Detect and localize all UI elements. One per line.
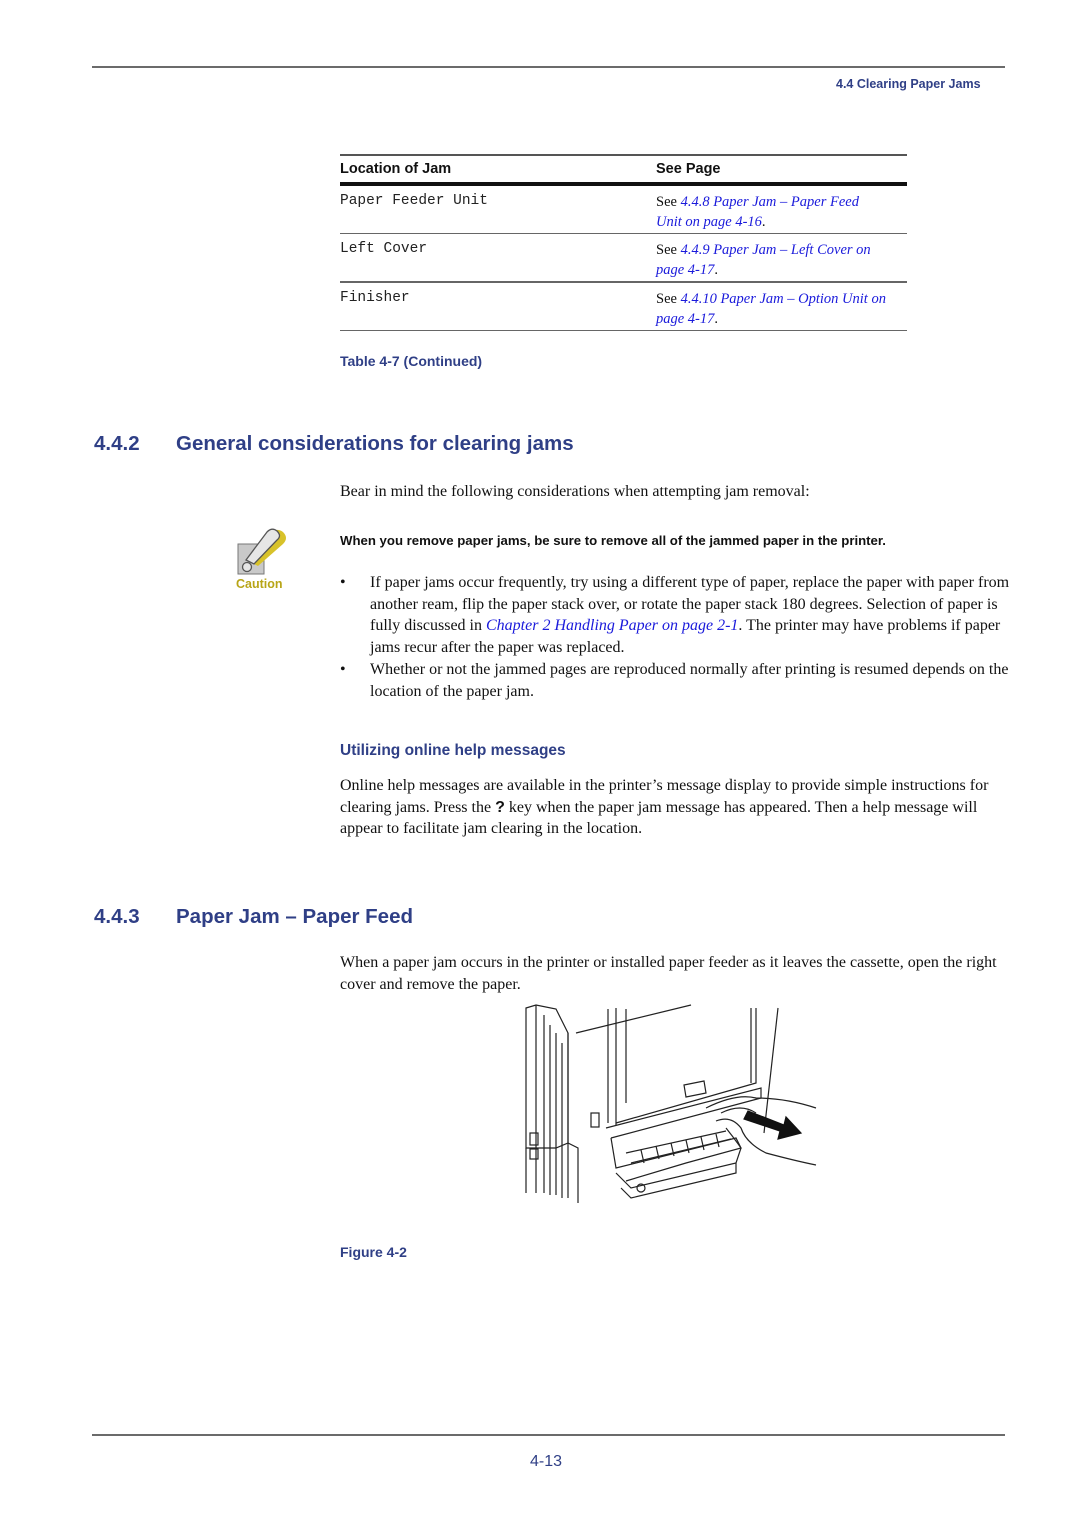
section-intro: When a paper jam occurs in the printer o… bbox=[340, 954, 997, 993]
paper-jam-illustration bbox=[516, 1003, 826, 1203]
cross-reference-link[interactable]: Unit on page 4-16 bbox=[656, 214, 762, 230]
table-row: Left Cover See 4.4.9 Paper Jam – Left Co… bbox=[340, 234, 907, 278]
bullet-icon: • bbox=[340, 574, 346, 591]
cross-reference-link[interactable]: 4.4.10 Paper Jam – Option Unit on bbox=[681, 291, 886, 307]
section-number: 4.4.3 bbox=[94, 905, 140, 928]
section-number: 4.4.2 bbox=[94, 432, 140, 455]
table-header-row: Location of Jam See Page bbox=[340, 156, 907, 182]
list-item: • Whether or not the jammed pages are re… bbox=[340, 659, 1010, 702]
cross-reference-link[interactable]: 4.4.9 Paper Jam – Left Cover on bbox=[681, 242, 871, 258]
table-row: Paper Feeder Unit See 4.4.8 Paper Jam – … bbox=[340, 186, 907, 230]
page-number: 4-13 bbox=[530, 1453, 563, 1470]
bullet-icon: • bbox=[340, 660, 346, 678]
header-rule bbox=[92, 66, 1005, 68]
list-item: • If paper jams occur frequently, try us… bbox=[340, 572, 1010, 659]
printer-side-panel bbox=[525, 1004, 579, 1203]
jam-location: Finisher bbox=[340, 289, 410, 306]
pull-direction-arrow-icon bbox=[743, 1110, 803, 1140]
figure-caption: Figure 4-2 bbox=[340, 1244, 407, 1260]
subheading-online-help: Utilizing online help messages bbox=[340, 742, 566, 759]
cross-reference-link[interactable]: page 4-17 bbox=[656, 262, 714, 278]
section-intro: Bear in mind the following consideration… bbox=[340, 483, 810, 500]
paper-feed-tray bbox=[610, 1130, 742, 1199]
table-row: Finisher See 4.4.10 Paper Jam – Option U… bbox=[340, 283, 907, 327]
table-caption: Table 4-7 (Continued) bbox=[340, 353, 483, 369]
see-page-cell: See 4.4.10 Paper Jam – Option Unit on pa… bbox=[656, 290, 886, 327]
caution-icon bbox=[236, 528, 290, 576]
jam-location-table: Location of Jam See Page Paper Feeder Un… bbox=[340, 154, 907, 331]
jam-location: Paper Feeder Unit bbox=[340, 192, 488, 209]
see-page-cell: See 4.4.9 Paper Jam – Left Cover on page… bbox=[656, 242, 871, 278]
column-header-see-page: See Page bbox=[656, 160, 721, 177]
caution-text: When you remove paper jams, be sure to r… bbox=[340, 533, 886, 548]
column-header-location: Location of Jam bbox=[340, 160, 452, 177]
running-head: 4.4 Clearing Paper Jams bbox=[836, 77, 981, 91]
section-title: General considerations for clearing jams bbox=[176, 432, 574, 455]
section-heading-4-4-3: 4.4.3 Paper Jam – Paper Feed bbox=[94, 905, 413, 929]
cross-reference-link[interactable]: page 4-17 bbox=[656, 311, 714, 327]
jam-location: Left Cover bbox=[340, 241, 428, 257]
consideration-list: • If paper jams occur frequently, try us… bbox=[340, 572, 1010, 702]
section-heading-4-4-2: 4.4.2 General considerations for clearing… bbox=[94, 432, 574, 456]
help-key: ? bbox=[495, 798, 505, 816]
online-help-paragraph: Online help messages are available in th… bbox=[340, 777, 989, 838]
cross-reference-link[interactable]: 4.4.8 Paper Jam – Paper Feed bbox=[681, 194, 859, 210]
section-title: Paper Jam – Paper Feed bbox=[176, 905, 414, 928]
table-bottom-rule bbox=[340, 329, 907, 331]
footer-rule bbox=[92, 1434, 1005, 1436]
see-page-cell: See 4.4.8 Paper Jam – Paper Feed Unit on… bbox=[656, 193, 859, 230]
chapter-2-link[interactable]: Chapter 2 Handling Paper on page 2-1 bbox=[486, 617, 738, 634]
caution-label: Caution bbox=[236, 577, 283, 591]
